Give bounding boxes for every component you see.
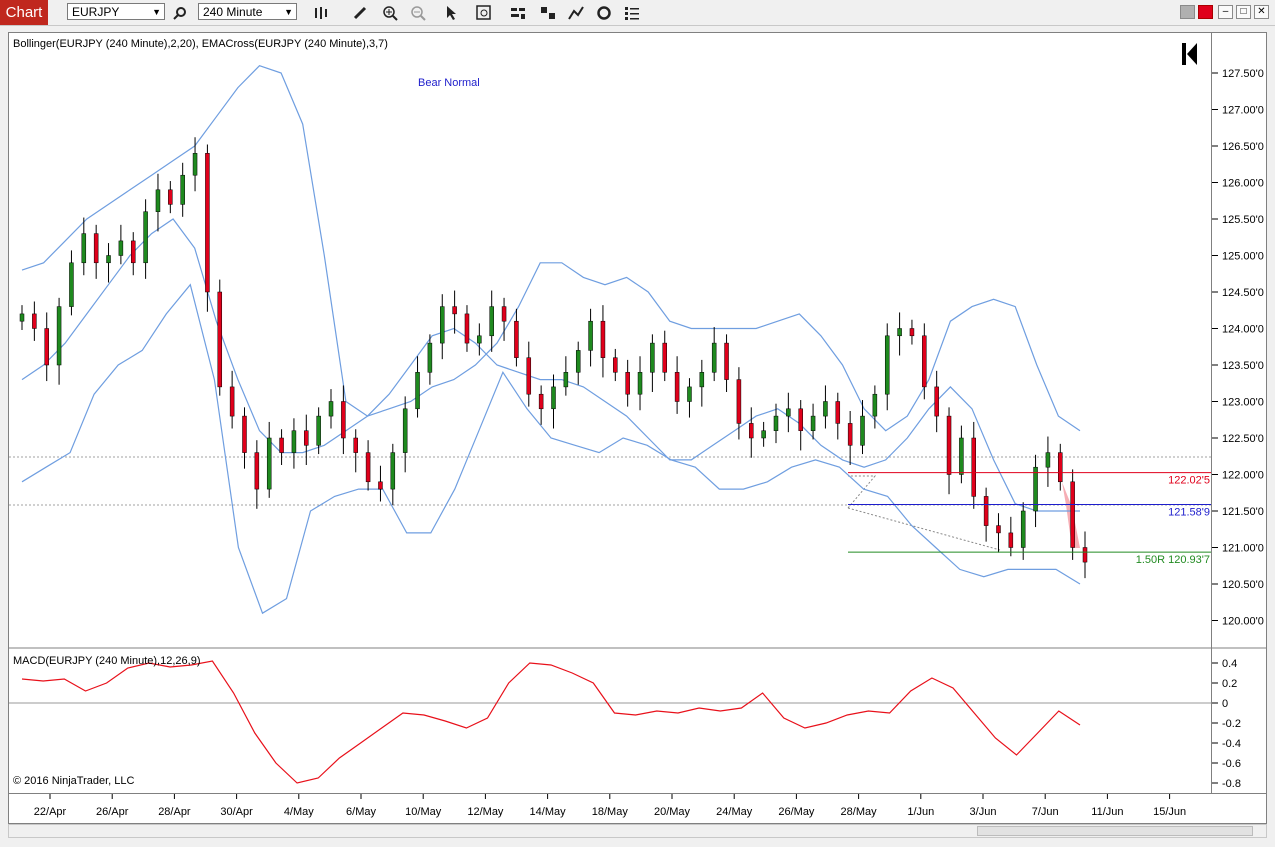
data-box-icon[interactable] xyxy=(474,3,494,22)
instrument-selector[interactable]: EURJPY ▼ xyxy=(67,3,165,20)
interval-selector[interactable]: 240 Minute ▼ xyxy=(198,3,297,20)
zoom-out-icon[interactable] xyxy=(408,3,428,22)
chart-toolbar: Chart EURJPY ▼ 240 Minute ▼ – □ ✕ xyxy=(0,0,1275,26)
close-icon[interactable]: ✕ xyxy=(1254,5,1269,19)
scrollbar-thumb[interactable] xyxy=(977,826,1253,836)
chart-tab[interactable]: Chart xyxy=(0,0,48,25)
refresh-icon[interactable] xyxy=(594,3,614,22)
horizontal-scrollbar[interactable] xyxy=(8,824,1267,838)
maximize-icon[interactable]: □ xyxy=(1236,5,1251,19)
close-red-icon[interactable] xyxy=(1198,5,1213,19)
time-axis[interactable] xyxy=(8,794,1267,824)
chevron-down-icon: ▼ xyxy=(152,7,161,17)
indicators-icon[interactable] xyxy=(508,3,528,22)
zoom-in-icon[interactable] xyxy=(380,3,400,22)
pencil-icon[interactable] xyxy=(350,3,370,22)
drawing-tools-icon[interactable] xyxy=(566,3,586,22)
link-icon[interactable] xyxy=(1180,5,1195,19)
price-axis[interactable] xyxy=(1212,32,1267,794)
properties-icon[interactable] xyxy=(622,3,642,22)
chevron-down-icon: ▼ xyxy=(284,7,293,17)
interval-value: 240 Minute xyxy=(203,5,263,19)
bar-type-icon[interactable] xyxy=(312,3,332,22)
strategies-icon[interactable] xyxy=(538,3,558,22)
search-icon[interactable] xyxy=(170,3,190,22)
minimize-icon[interactable]: – xyxy=(1218,5,1233,19)
instrument-value: EURJPY xyxy=(72,5,120,19)
chart-area[interactable] xyxy=(8,32,1212,794)
pointer-icon[interactable] xyxy=(442,3,462,22)
